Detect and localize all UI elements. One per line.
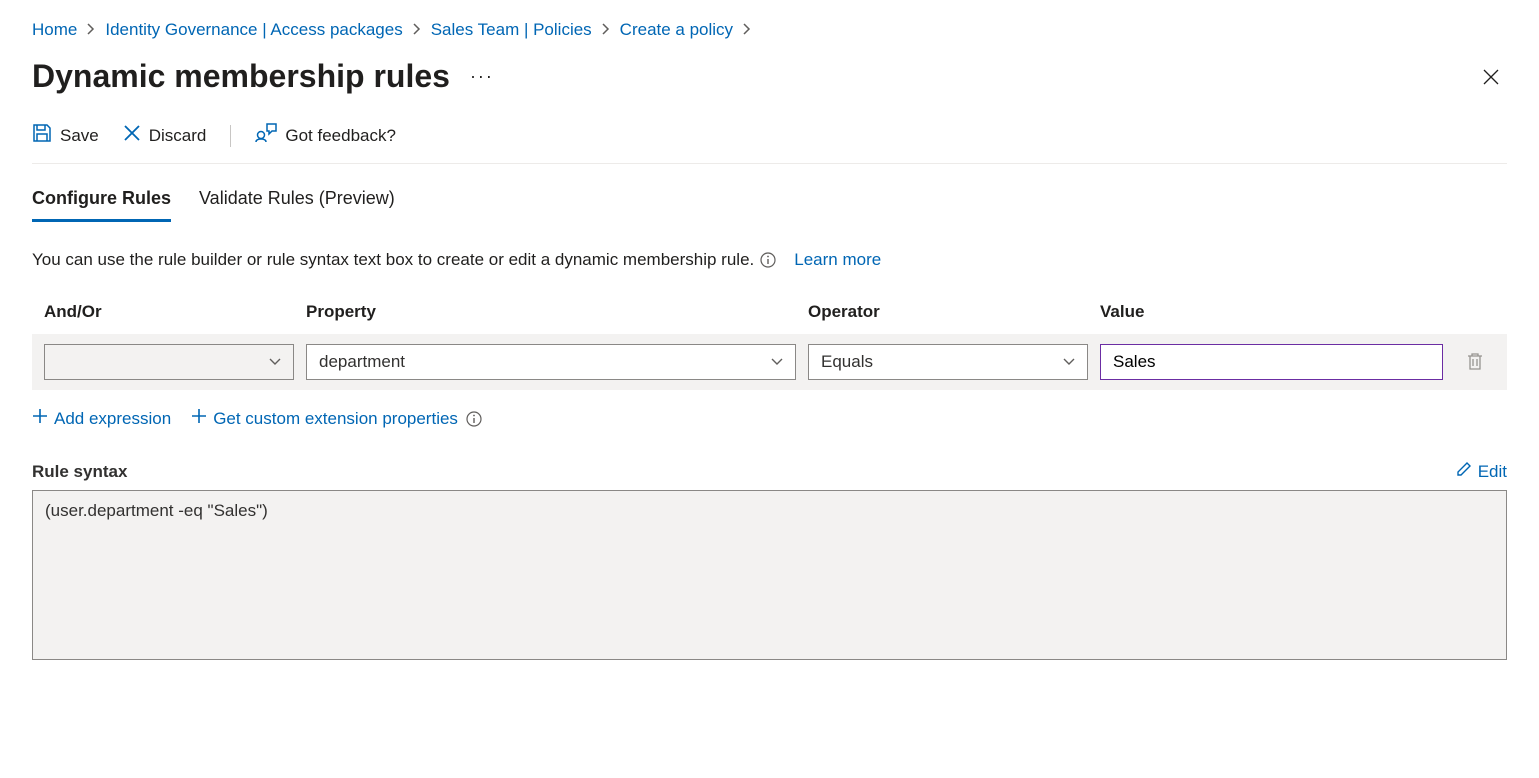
chevron-right-icon (413, 23, 421, 38)
save-button[interactable]: Save (32, 123, 99, 148)
property-value: department (319, 352, 405, 372)
tab-validate-rules[interactable]: Validate Rules (Preview) (199, 188, 395, 222)
rule-table-header: And/Or Property Operator Value (32, 302, 1507, 334)
toolbar: Save Discard Got feedback? (32, 123, 1507, 164)
rule-syntax-textbox: (user.department -eq "Sales") (32, 490, 1507, 660)
plus-icon (32, 408, 48, 429)
info-icon[interactable] (760, 252, 776, 268)
header-and-or: And/Or (44, 302, 294, 322)
feedback-icon (255, 123, 277, 148)
help-text: You can use the rule builder or rule syn… (32, 250, 1507, 270)
operator-dropdown[interactable]: Equals (808, 344, 1088, 380)
header-property: Property (306, 302, 796, 322)
get-custom-extension-button[interactable]: Get custom extension properties (191, 408, 458, 429)
trash-icon (1467, 352, 1483, 373)
property-dropdown[interactable]: department (306, 344, 796, 380)
breadcrumb-identity-governance[interactable]: Identity Governance | Access packages (105, 20, 402, 40)
syntax-header: Rule syntax Edit (32, 461, 1507, 482)
header-operator: Operator (808, 302, 1088, 322)
chevron-down-icon (269, 355, 281, 369)
close-button[interactable] (1475, 61, 1507, 93)
save-label: Save (60, 126, 99, 146)
edit-syntax-button[interactable]: Edit (1456, 461, 1507, 482)
add-expression-button[interactable]: Add expression (32, 408, 171, 429)
title-row: Dynamic membership rules ··· (32, 58, 1507, 95)
plus-icon (191, 408, 207, 429)
tab-configure-rules[interactable]: Configure Rules (32, 188, 171, 222)
discard-button[interactable]: Discard (123, 124, 207, 147)
header-value: Value (1100, 302, 1443, 322)
chevron-right-icon (87, 23, 95, 38)
add-expression-label: Add expression (54, 409, 171, 429)
discard-label: Discard (149, 126, 207, 146)
chevron-down-icon (1063, 355, 1075, 369)
feedback-button[interactable]: Got feedback? (255, 123, 396, 148)
close-icon (123, 124, 141, 147)
link-actions: Add expression Get custom extension prop… (32, 408, 1507, 429)
chevron-right-icon (602, 23, 610, 38)
delete-row-button[interactable] (1455, 352, 1495, 373)
and-or-dropdown[interactable] (44, 344, 294, 380)
chevron-right-icon (743, 23, 751, 38)
breadcrumb-sales-team-policies[interactable]: Sales Team | Policies (431, 20, 592, 40)
operator-value: Equals (821, 352, 873, 372)
feedback-label: Got feedback? (285, 126, 396, 146)
value-input[interactable] (1100, 344, 1443, 380)
chevron-down-icon (771, 355, 783, 369)
info-icon[interactable] (466, 411, 482, 427)
more-actions-button[interactable]: ··· (470, 65, 494, 89)
rule-row: department Equals (32, 334, 1507, 390)
breadcrumb: Home Identity Governance | Access packag… (32, 20, 1507, 40)
breadcrumb-home[interactable]: Home (32, 20, 77, 40)
learn-more-link[interactable]: Learn more (794, 250, 881, 270)
edit-label: Edit (1478, 462, 1507, 482)
tabs: Configure Rules Validate Rules (Preview) (32, 188, 1507, 222)
help-description: You can use the rule builder or rule syn… (32, 250, 754, 270)
get-custom-label: Get custom extension properties (213, 409, 458, 429)
rule-syntax-label: Rule syntax (32, 462, 127, 482)
page-title: Dynamic membership rules (32, 58, 450, 95)
toolbar-divider (230, 125, 231, 147)
breadcrumb-create-policy[interactable]: Create a policy (620, 20, 733, 40)
save-icon (32, 123, 52, 148)
edit-icon (1456, 461, 1472, 482)
